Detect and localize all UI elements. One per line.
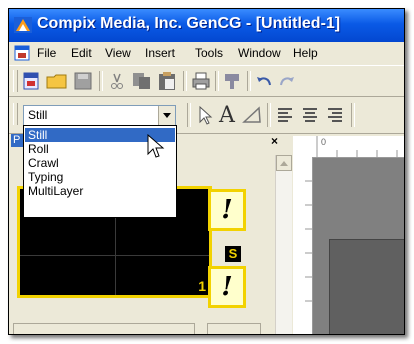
separator bbox=[187, 103, 191, 127]
vertical-ruler bbox=[293, 157, 313, 334]
panel-bottom-control[interactable] bbox=[207, 323, 261, 334]
ruler-ticks bbox=[305, 180, 312, 302]
menu-window[interactable]: Window bbox=[238, 46, 281, 60]
separator bbox=[247, 71, 251, 91]
menu-file[interactable]: File bbox=[37, 46, 56, 60]
option-typing[interactable]: Typing bbox=[25, 170, 175, 184]
menu-tools[interactable]: Tools bbox=[195, 46, 223, 60]
format-painter-icon[interactable] bbox=[222, 71, 242, 91]
alert-icon[interactable]: ! bbox=[208, 189, 246, 231]
toolbar-grip[interactable] bbox=[13, 103, 18, 125]
separator bbox=[99, 71, 103, 91]
mouse-cursor-icon bbox=[147, 134, 165, 158]
copy-icon[interactable] bbox=[131, 71, 153, 91]
separator bbox=[183, 71, 187, 91]
menu-edit[interactable]: Edit bbox=[71, 46, 92, 60]
menu-view[interactable]: View bbox=[105, 46, 131, 60]
mode-select[interactable]: Still bbox=[23, 105, 176, 126]
text-tool-icon[interactable]: A bbox=[219, 103, 235, 128]
status-badge: S bbox=[225, 246, 241, 262]
panel-scrollbar[interactable] bbox=[275, 155, 292, 334]
window-title: Compix Media, Inc. GenCG - [Untitled-1] bbox=[37, 15, 341, 32]
panel-close-icon[interactable]: × bbox=[271, 134, 278, 148]
paste-icon[interactable] bbox=[156, 70, 178, 92]
separator bbox=[215, 71, 219, 91]
menu-bar: File Edit View Insert Tools Window Help bbox=[9, 42, 404, 64]
title-bar[interactable]: Compix Media, Inc. GenCG - [Untitled-1] bbox=[9, 9, 404, 42]
panel-bottom-control[interactable] bbox=[13, 323, 195, 334]
app-logo-icon bbox=[14, 17, 32, 33]
pointer-icon[interactable] bbox=[196, 105, 214, 125]
redo-icon[interactable] bbox=[277, 71, 297, 91]
canvas-page[interactable] bbox=[329, 239, 404, 334]
undo-icon[interactable] bbox=[254, 71, 274, 91]
toolbar-grip[interactable] bbox=[13, 70, 18, 92]
scroll-up-icon[interactable] bbox=[276, 155, 292, 171]
draw-shape-icon[interactable] bbox=[241, 104, 263, 126]
app-window: Compix Media, Inc. GenCG - [Untitled-1] … bbox=[8, 8, 405, 335]
menu-help[interactable]: Help bbox=[293, 46, 318, 60]
option-multilayer[interactable]: MultiLayer bbox=[25, 184, 175, 198]
separator bbox=[351, 103, 355, 127]
open-folder-icon[interactable] bbox=[46, 71, 68, 91]
align-right-icon[interactable] bbox=[325, 105, 345, 125]
horizontal-ruler: 0 bbox=[293, 136, 404, 158]
save-icon[interactable] bbox=[73, 71, 93, 91]
alert-icon[interactable]: ! bbox=[208, 266, 246, 308]
ruler-ticks bbox=[316, 136, 398, 157]
new-icon[interactable] bbox=[21, 71, 41, 91]
chevron-down-icon[interactable] bbox=[158, 106, 175, 125]
standard-toolbar bbox=[9, 65, 404, 97]
document-icon[interactable] bbox=[14, 45, 30, 61]
menu-insert[interactable]: Insert bbox=[145, 46, 175, 60]
page-number: 1 bbox=[198, 278, 206, 294]
cut-icon[interactable] bbox=[107, 71, 127, 91]
align-center-icon[interactable] bbox=[300, 105, 320, 125]
print-icon[interactable] bbox=[191, 71, 211, 91]
align-left-icon[interactable] bbox=[275, 105, 295, 125]
mode-select-value: Still bbox=[28, 108, 48, 122]
separator bbox=[267, 103, 271, 127]
